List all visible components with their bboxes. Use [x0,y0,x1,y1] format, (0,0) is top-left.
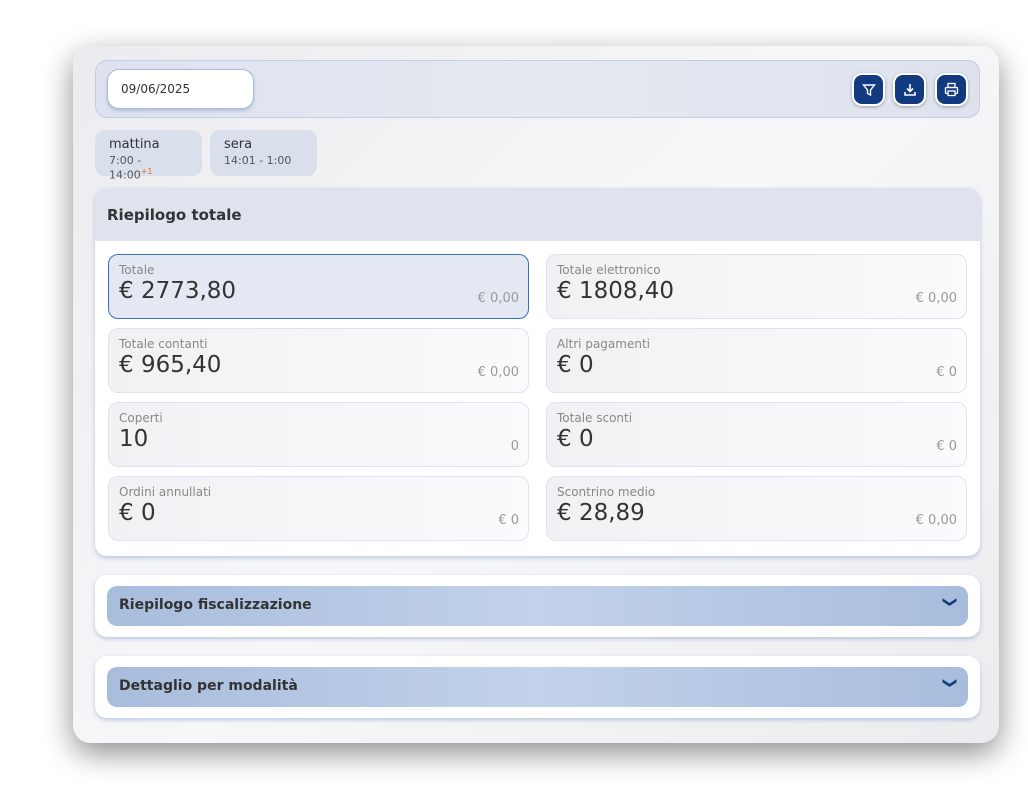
tile-label: Totale contanti [119,337,208,351]
tile-secondary-value: € 0 [936,439,957,454]
tile-value: € 28,89 [557,500,645,526]
summary-panel: Riepilogo totale Totale € 2773,80 € 0,00 To… [95,188,980,556]
chevron-down-icon: ❯ [942,677,959,689]
fiscal-section: Riepilogo fiscalizzazione ❯ [95,575,980,637]
tile-label: Coperti [119,411,163,425]
summary-tile[interactable]: Totale contanti € 965,40 € 0,00 [108,328,529,393]
tile-label: Ordini annullati [119,485,212,499]
section-label: Riepilogo fiscalizzazione [119,597,312,613]
shift-time: 14:01 - 1:00 [224,154,292,167]
tile-value: € 0 [557,352,594,378]
summary-tile[interactable]: Altri pagamenti € 0 € 0 [546,328,967,393]
summary-tile[interactable]: Totale sconti € 0 € 0 [546,402,967,467]
summary-tile[interactable]: Scontrino medio € 28,89 € 0,00 [546,476,967,541]
shift-extra-day: +1 [140,167,153,176]
tile-secondary-value: € 0 [936,365,957,380]
toolbar: 09/06/2025 [95,60,980,118]
chevron-down-icon: ❯ [942,596,959,608]
print-button[interactable] [935,73,968,106]
fiscal-accordion[interactable]: Riepilogo fiscalizzazione ❯ [107,586,968,626]
date-input[interactable]: 09/06/2025 [107,69,254,109]
tile-value: € 0 [119,500,156,526]
shift-sera[interactable]: sera 14:01 - 1:00 [210,130,317,176]
download-button[interactable] [893,73,926,106]
summary-tile[interactable]: Ordini annullati € 0 € 0 [108,476,529,541]
tile-label: Totale [119,263,155,277]
tile-value: € 965,40 [119,352,222,378]
tile-secondary-value: € 0,00 [477,291,519,306]
tile-label: Totale elettronico [557,263,661,277]
tile-secondary-value: € 0,00 [915,513,957,528]
shift-time: 7:00 - 14:00 [109,154,142,182]
tile-value: € 1808,40 [557,278,675,304]
tile-value: 10 [119,426,149,452]
tile-label: Altri pagamenti [557,337,650,351]
report-card: 09/06/2025 mattina 7:00 - 14:00+1 sera 1… [73,46,999,743]
summary-title: Riepilogo totale [95,188,980,241]
summary-tile[interactable]: Coperti 10 0 [108,402,529,467]
tile-value: € 2773,80 [119,278,237,304]
summary-tile[interactable]: Totale € 2773,80 € 0,00 [108,254,529,319]
section-label: Dettaglio per modalità [119,678,298,694]
tile-secondary-value: € 0,00 [915,291,957,306]
filter-icon [861,83,876,96]
tile-value: € 0 [557,426,594,452]
shift-name: sera [224,137,253,152]
shift-mattina[interactable]: mattina 7:00 - 14:00+1 [95,130,202,182]
shift-name: mattina [109,137,160,152]
tile-secondary-value: € 0,00 [477,365,519,380]
download-icon [903,83,916,96]
modality-section: Dettaglio per modalità ❯ [95,656,980,718]
tile-label: Totale sconti [557,411,633,425]
summary-tile[interactable]: Totale elettronico € 1808,40 € 0,00 [546,254,967,319]
filter-button[interactable] [852,73,885,106]
tile-secondary-value: € 0 [498,513,519,528]
modality-accordion[interactable]: Dettaglio per modalità ❯ [107,667,968,707]
tile-secondary-value: 0 [510,439,519,454]
tile-label: Scontrino medio [557,485,656,499]
print-icon [944,82,959,97]
